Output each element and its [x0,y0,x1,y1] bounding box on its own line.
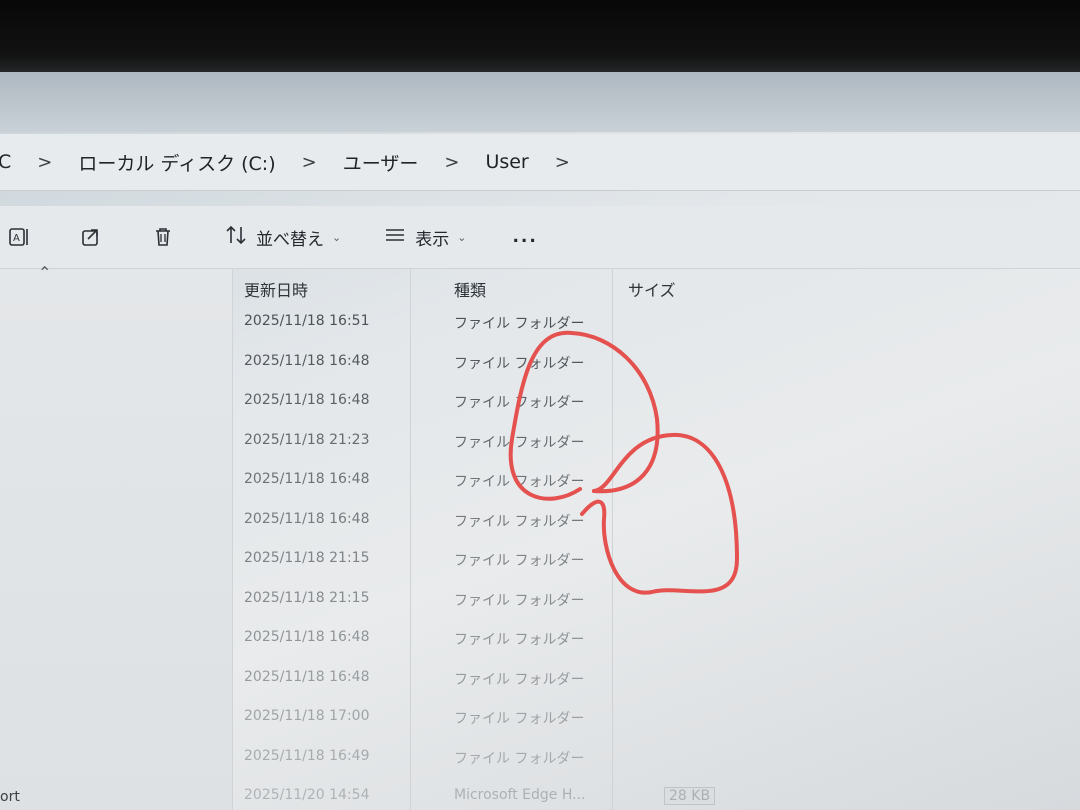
cell-modified: 2025/11/18 16:48 [244,352,370,369]
rename-icon[interactable]: A [6,224,32,250]
column-header-type[interactable]: 種類 [454,277,486,301]
cell-type: ファイル フォルダー [454,750,585,767]
breadcrumb-separator[interactable]: > [37,152,52,173]
cell-modified: 2025/11/18 16:49 [244,747,370,764]
view-icon [383,223,407,252]
cell-modified: 2025/11/18 16:48 [244,510,370,527]
column-header-modified[interactable]: 更新日時 [244,277,308,301]
cell-modified: 2025/11/18 16:51 [244,313,370,329]
more-button[interactable]: ... [512,227,537,247]
sort-button[interactable]: 並べ替え ⌄ [224,223,341,252]
file-list: 更新日時 種類 サイズ 2025/11/18 16:51 ファイル フォルダー 20… [232,269,1080,810]
cell-type: ファイル フォルダー [454,671,585,688]
breadcrumb-separator[interactable]: > [555,152,570,173]
cell-size: 28 KB [664,787,716,805]
table-row[interactable]: 2025/11/18 16:48 ファイル フォルダー [232,501,1080,541]
cell-type: ファイル フォルダー [454,553,585,569]
table-row[interactable]: 2025/11/18 16:48 ファイル フォルダー [232,619,1080,659]
table-row[interactable]: 2025/11/18 17:00 ファイル フォルダー [232,698,1080,738]
sort-label: 並べ替え [256,229,324,250]
cell-type: ファイル フォルダー [454,395,585,411]
monitor-bezel [0,0,1080,78]
breadcrumb[interactable]: C > ローカル ディスク (C:) > ユーザー > User > [0,134,1080,191]
cell-type: ファイル フォルダー [454,592,585,609]
navigation-pane[interactable]: ⌃ ort [0,263,233,810]
breadcrumb-item-local-disk[interactable]: ローカル ディスク (C:) [78,149,275,176]
table-row[interactable]: 2025/11/18 16:48 ファイル フォルダー [232,343,1080,383]
table-row[interactable]: 2025/11/18 16:48 ファイル フォルダー [232,461,1080,501]
column-header-size[interactable]: サイズ [628,277,676,301]
cell-modified: 2025/11/18 21:15 [244,589,370,606]
cell-modified: 2025/11/18 17:00 [244,708,370,724]
view-button[interactable]: 表示 ⌄ [383,223,466,252]
file-explorer-window: C > ローカル ディスク (C:) > ユーザー > User > A 並べ替… [0,72,1080,810]
cell-modified: 2025/11/18 16:48 [244,471,370,487]
table-row[interactable]: 2025/11/18 16:51 ファイル フォルダー [232,303,1080,343]
breadcrumb-item-pc[interactable]: C [0,151,11,173]
breadcrumb-item-users[interactable]: ユーザー [343,149,419,176]
command-bar: A 並べ替え ⌄ 表示 ⌄ ... [0,206,1080,269]
cell-type: ファイル フォルダー [454,711,585,727]
nav-item-label[interactable]: ort [0,789,20,805]
table-row[interactable]: 2025/11/20 14:54 Microsoft Edge H... 28 KB [232,777,1080,810]
view-label: 表示 [415,229,450,250]
chevron-down-icon: ⌄ [332,230,342,244]
breadcrumb-separator[interactable]: > [302,152,317,173]
cell-modified: 2025/11/18 16:48 [244,629,370,645]
share-icon[interactable] [78,224,104,250]
table-row[interactable]: 2025/11/18 16:48 ファイル フォルダー [232,659,1080,699]
cell-type: ファイル フォルダー [454,355,585,372]
cell-type: ファイル フォルダー [454,434,585,451]
cell-modified: 2025/11/20 14:54 [244,787,370,803]
cell-modified: 2025/11/18 21:23 [244,431,370,448]
cell-type: ファイル フォルダー [454,316,585,332]
cell-type: Microsoft Edge H... [454,787,586,803]
breadcrumb-separator[interactable]: > [444,152,459,173]
cell-type: ファイル フォルダー [454,513,585,530]
delete-icon[interactable] [150,224,176,250]
cell-modified: 2025/11/18 16:48 [244,668,370,685]
cell-type: ファイル フォルダー [454,474,585,490]
table-row[interactable]: 2025/11/18 21:23 ファイル フォルダー [232,422,1080,462]
more-icon: ... [512,227,538,247]
table-row[interactable]: 2025/11/18 16:49 ファイル フォルダー [232,738,1080,778]
title-bar [0,72,1080,132]
cell-type: ファイル フォルダー [454,632,585,648]
sort-icon [224,223,248,252]
table-row[interactable]: 2025/11/18 21:15 ファイル フォルダー [232,540,1080,580]
table-row[interactable]: 2025/11/18 16:48 ファイル フォルダー [232,382,1080,422]
table-row[interactable]: 2025/11/18 21:15 ファイル フォルダー [232,580,1080,620]
cell-modified: 2025/11/18 16:48 [244,392,370,408]
chevron-down-icon: ⌄ [457,230,467,244]
breadcrumb-item-user[interactable]: User [485,151,528,173]
collapse-chevron-icon[interactable]: ⌃ [38,263,51,282]
svg-text:A: A [13,233,20,244]
cell-modified: 2025/11/18 21:15 [244,550,370,566]
